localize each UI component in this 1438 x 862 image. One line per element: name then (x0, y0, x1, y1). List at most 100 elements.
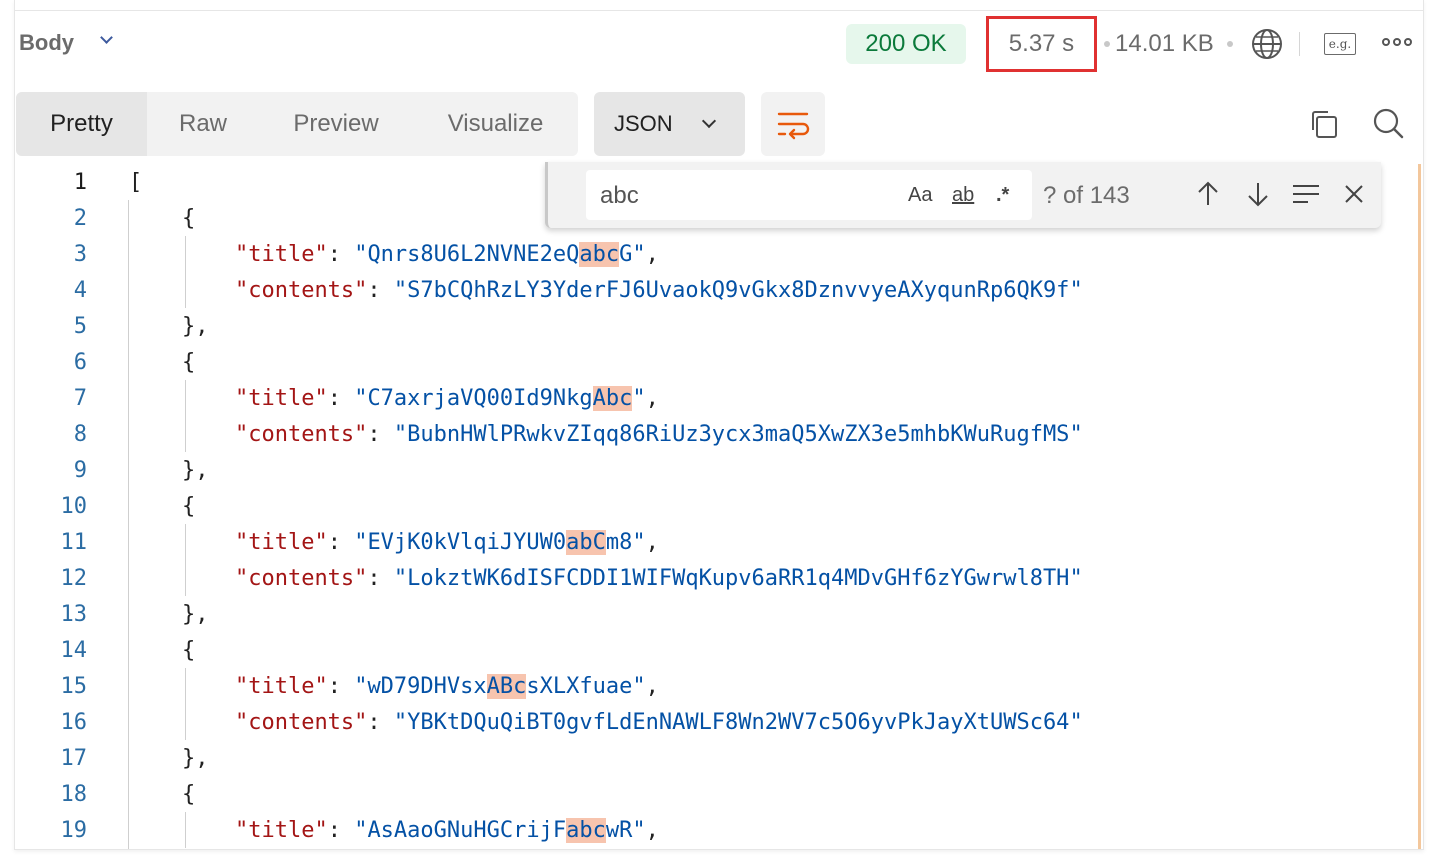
match-case-toggle[interactable]: Aa (908, 184, 932, 207)
json-string: AsAaoGNuHGCrijF (367, 817, 567, 843)
json-key: "contents" (234, 565, 368, 591)
find-input-value: abc (600, 182, 639, 209)
line-number: 16 (60, 709, 88, 735)
arrow-up-icon[interactable] (1192, 178, 1224, 210)
code-text: [ (129, 170, 142, 195)
json-string: EVjK0kVlqiJYUW0 (367, 529, 567, 555)
search-icon[interactable] (1371, 106, 1405, 140)
view-tabs: Pretty Raw Preview Visualize (16, 92, 578, 156)
response-time[interactable]: 5.37 s (986, 16, 1097, 72)
match-count: ? of 143 (1043, 182, 1130, 209)
line-number: 6 (73, 349, 87, 375)
indent-guide (128, 200, 129, 849)
arrow-down-icon[interactable] (1242, 178, 1274, 210)
code-text: "title": "wD79DHVsxABcsXLXfuae", (234, 673, 659, 699)
line-number: 18 (60, 781, 88, 807)
code-text: "title": "AsAaoGNuHGCrijFabcwR", (234, 817, 659, 843)
separator-dot (1227, 41, 1233, 47)
code-text: { (129, 781, 196, 807)
line-number: 1 (73, 169, 87, 195)
code-line: 7 "title": "C7axrjaVQ00Id9NkgAbc", (15, 380, 1411, 416)
separator-dot (1104, 41, 1110, 47)
code-line: 14 { (15, 632, 1411, 668)
json-string: C7axrjaVQ00Id9Nkg (367, 385, 593, 411)
body-label[interactable]: Body (19, 30, 74, 56)
code-line: 11 "title": "EVjK0kVlqiJYUW0abCm8", (15, 524, 1411, 560)
line-number: 4 (73, 277, 87, 303)
copy-icon[interactable] (1308, 108, 1340, 140)
indent-guide (185, 812, 186, 848)
json-string: Qnrs8U6L2NVNE2eQ (367, 241, 580, 267)
line-number: 8 (73, 421, 87, 447)
format-select[interactable]: JSON (594, 92, 745, 156)
tab-raw[interactable]: Raw (147, 92, 259, 156)
close-icon[interactable] (1338, 178, 1370, 210)
code-text: }, (129, 601, 209, 627)
code-text: }, (129, 313, 209, 339)
line-number: 10 (60, 493, 88, 519)
search-match: abc (579, 241, 620, 267)
code-editor[interactable]: 1[2 {3 "title": "Qnrs8U6L2NVNE2eQabcG", 4… (15, 164, 1411, 849)
code-text: { (129, 205, 196, 231)
find-widget: abc Aa ab .* ? of 143 (545, 162, 1381, 228)
code-line: 4 "contents": "S7bCQhRzLY3YderFJ6UvaokQ9… (15, 272, 1411, 308)
line-number: 17 (60, 745, 88, 771)
line-number: 14 (60, 637, 88, 663)
code-text: { (129, 349, 196, 375)
indent-guide (185, 668, 186, 740)
code-text: "contents": "BubnHWlPRwkvZIqq86RiUz3ycx3… (234, 421, 1083, 447)
json-key: "title" (234, 673, 328, 699)
search-match: Abc (592, 385, 633, 411)
regex-toggle[interactable]: .* (996, 184, 1009, 207)
whole-word-toggle[interactable]: ab (952, 184, 974, 207)
code-text: "title": "C7axrjaVQ00Id9NkgAbc", (234, 385, 659, 411)
globe-icon[interactable] (1251, 28, 1283, 60)
code-line: 15 "title": "wD79DHVsxABcsXLXfuae", (15, 668, 1411, 704)
more-icon[interactable] (1382, 38, 1412, 46)
indent-guide (185, 524, 186, 596)
tab-pretty[interactable]: Pretty (16, 92, 147, 156)
json-key: "title" (234, 817, 328, 843)
indent-guide (185, 380, 186, 452)
tab-visualize[interactable]: Visualize (413, 92, 578, 156)
code-line: 9 }, (15, 452, 1411, 488)
code-text: "contents": "S7bCQhRzLY3YderFJ6UvaokQ9vG… (234, 277, 1083, 303)
code-line: 10 { (15, 488, 1411, 524)
code-line: 17 }, (15, 740, 1411, 776)
code-text: "contents": "LokztWK6dISFCDDI1WIFWqKupv6… (234, 565, 1083, 591)
line-number: 2 (73, 205, 87, 231)
find-in-selection-icon[interactable] (1290, 178, 1322, 210)
response-size[interactable]: 14.01 KB (1115, 30, 1214, 58)
json-key: "contents" (234, 709, 368, 735)
code-text: "contents": "YBKtDQuQiBT0gvfLdEnNAWLF8Wn… (234, 709, 1083, 735)
json-key: "title" (234, 529, 328, 555)
divider (15, 10, 1423, 11)
chevron-down-icon[interactable] (100, 31, 113, 44)
code-line: 3 "title": "Qnrs8U6L2NVNE2eQabcG", (15, 236, 1411, 272)
find-input[interactable]: abc Aa ab .* (586, 170, 1032, 220)
line-number: 13 (60, 601, 88, 627)
json-string: wR (605, 817, 633, 843)
line-number: 15 (60, 673, 88, 699)
code-line: 16 "contents": "YBKtDQuQiBT0gvfLdEnNAWLF… (15, 704, 1411, 740)
json-string: G (619, 241, 633, 267)
tab-preview[interactable]: Preview (259, 92, 413, 156)
json-key: "contents" (234, 277, 368, 303)
chevron-down-icon (701, 113, 717, 129)
code-line: 12 "contents": "LokztWK6dISFCDDI1WIFWqKu… (15, 560, 1411, 596)
line-number: 7 (73, 385, 87, 411)
code-line: 13 }, (15, 596, 1411, 632)
search-match: abc (566, 817, 606, 843)
line-number: 9 (73, 457, 87, 483)
json-string: BubnHWlPRwkvZIqq86RiUz3ycx3maQ5XwZX3e5mh… (407, 421, 1070, 447)
wrap-lines-button[interactable] (761, 92, 825, 156)
code-line: 6 { (15, 344, 1411, 380)
status-badge[interactable]: 200 OK (846, 24, 966, 64)
json-string: m8 (605, 529, 633, 555)
json-string: S7bCQhRzLY3YderFJ6UvaokQ9vGkx8DznvvyeAXy… (407, 277, 1070, 303)
code-line: 8 "contents": "BubnHWlPRwkvZIqq86RiUz3yc… (15, 416, 1411, 452)
code-text: "title": "Qnrs8U6L2NVNE2eQabcG", (234, 241, 659, 267)
code-text: }, (129, 457, 209, 483)
wrap-lines-icon (777, 112, 810, 140)
save-example-icon[interactable]: e.g. (1324, 33, 1356, 55)
